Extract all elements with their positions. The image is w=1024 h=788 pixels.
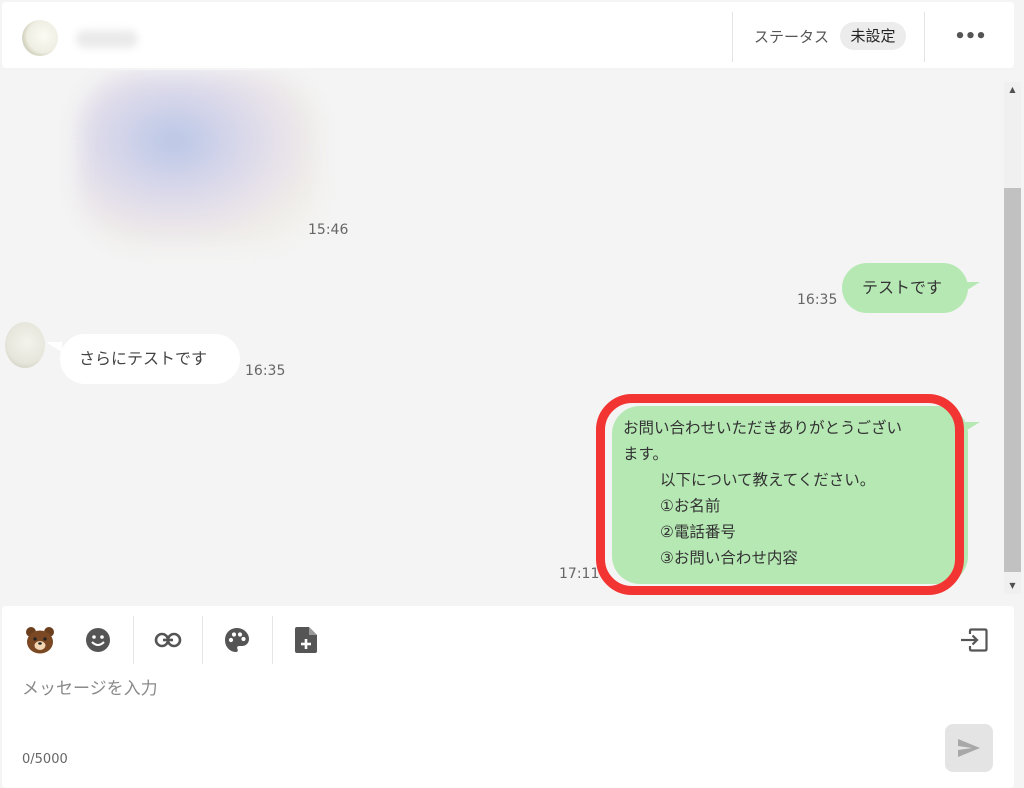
message-text: テストです: [862, 278, 943, 297]
message-line: ます。: [623, 445, 668, 463]
message-text: さらにテストです: [79, 349, 208, 368]
bubble-tail: [46, 342, 62, 352]
link-icon: [154, 632, 182, 648]
file-add-icon: [295, 627, 317, 653]
template-insert-button[interactable]: [956, 622, 992, 658]
outgoing-message-bubble: お問い合わせいただきありがとうござい ます。 以下について教えてください。 ①お…: [612, 406, 968, 584]
character-counter: 0/5000: [22, 752, 68, 767]
emoji-button[interactable]: [80, 622, 116, 658]
more-horizontal-icon: •••: [954, 26, 987, 47]
message-time: 16:35: [797, 292, 838, 308]
contact-name-redacted: [76, 30, 138, 48]
toolbar-divider: [133, 616, 134, 664]
status-badge[interactable]: 未設定: [840, 22, 906, 50]
message-time: 16:35: [245, 363, 286, 379]
header-divider: [924, 12, 925, 62]
bubble-tail: [964, 282, 980, 292]
status-label: ステータス: [754, 28, 830, 46]
message-line: ③お問い合わせ内容: [660, 549, 798, 567]
send-icon: [958, 739, 980, 757]
link-button[interactable]: [150, 622, 186, 658]
palette-icon: [225, 628, 249, 652]
sticker-button[interactable]: [22, 622, 58, 658]
message-time: 15:46: [308, 222, 349, 238]
contact-avatar[interactable]: [5, 322, 45, 368]
outgoing-message-bubble: テストです: [842, 263, 968, 313]
message-input[interactable]: [22, 674, 922, 704]
header-divider: [732, 12, 733, 62]
toolbar-divider: [202, 616, 203, 664]
toolbar-divider: [272, 616, 273, 664]
emoji-icon: [86, 628, 110, 652]
attach-file-button[interactable]: [288, 622, 324, 658]
message-line: ①お名前: [660, 497, 721, 515]
chat-scrollbar[interactable]: ▲ ▼: [1004, 82, 1021, 594]
scroll-up-icon[interactable]: ▲: [1004, 82, 1021, 98]
send-button[interactable]: [945, 724, 993, 772]
message-list[interactable]: 15:46 16:35 テストです さらにテストです 16:35 17:11 お…: [0, 70, 1004, 598]
bubble-tail: [964, 422, 980, 432]
message-line: 以下について教えてください。: [660, 471, 876, 489]
template-insert-icon: [961, 628, 988, 652]
color-button[interactable]: [219, 622, 255, 658]
image-message[interactable]: [78, 72, 318, 244]
message-time: 17:11: [559, 566, 600, 582]
message-composer: 0/5000: [2, 606, 1014, 788]
sticker-bear-icon: [26, 627, 54, 654]
scroll-down-icon[interactable]: ▼: [1004, 578, 1021, 594]
chat-app: ステータス 未設定 ••• 15:46 16:35 テストです さらにテストです…: [0, 0, 1024, 788]
contact-avatar[interactable]: [22, 20, 58, 56]
incoming-message-bubble: さらにテストです: [60, 334, 240, 384]
chat-header: ステータス 未設定 •••: [2, 2, 1014, 68]
scroll-thumb[interactable]: [1004, 188, 1021, 572]
message-line: お問い合わせいただきありがとうござい: [623, 419, 903, 437]
more-options-button[interactable]: •••: [949, 20, 991, 54]
message-line: ②電話番号: [660, 523, 736, 541]
